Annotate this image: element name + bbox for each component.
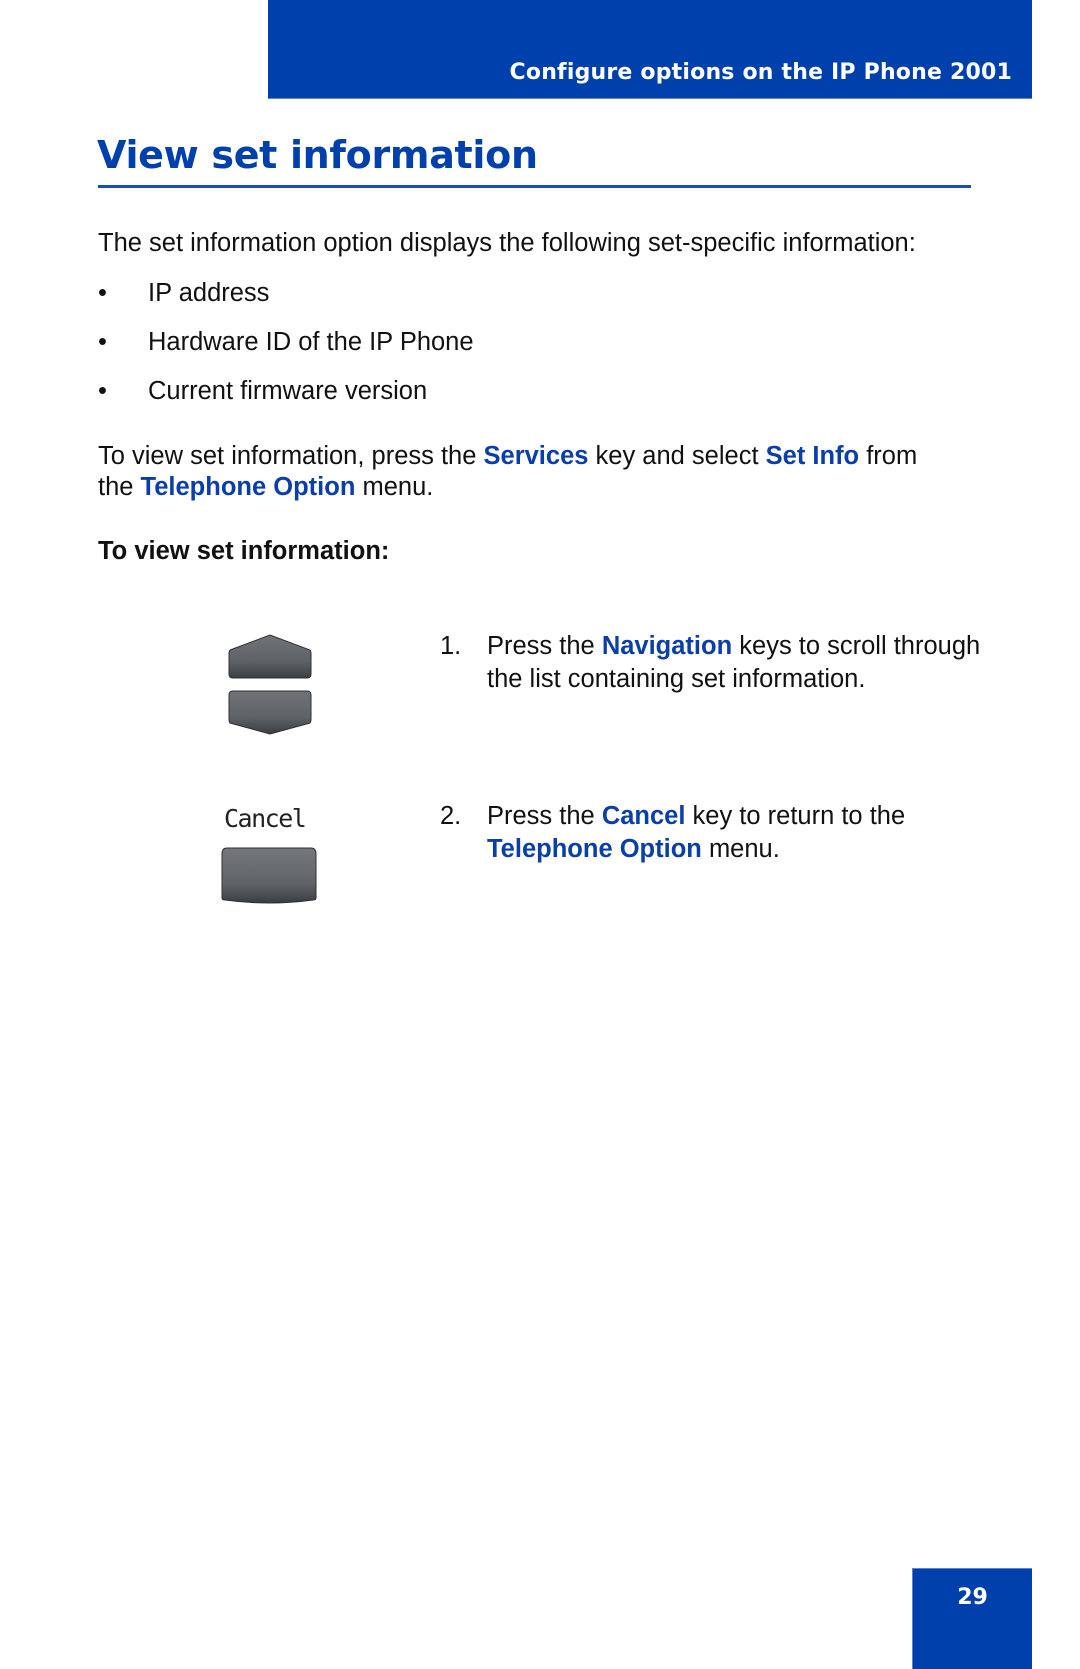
bullet-text: IP address bbox=[148, 279, 270, 307]
navigation-keys-icon bbox=[228, 634, 312, 735]
step-number: 2. bbox=[440, 802, 462, 830]
telephone-option-term: Telephone Option bbox=[487, 834, 702, 863]
procedure-heading: To view set information: bbox=[98, 537, 390, 565]
cancel-key-term: Cancel bbox=[601, 802, 686, 830]
title-divider bbox=[98, 185, 971, 188]
section-title: Configure options on the IP Phone 2001 bbox=[509, 60, 1012, 85]
navigation-up-key bbox=[228, 634, 312, 679]
bullet-icon: • bbox=[98, 279, 107, 307]
step-text: Press the Cancel key to return to the Te… bbox=[487, 802, 906, 863]
intro-text: The set information option displays the … bbox=[98, 229, 916, 257]
para-text: from bbox=[859, 442, 918, 470]
bullet-text: Hardware ID of the IP Phone bbox=[148, 328, 474, 356]
navigation-down-key bbox=[228, 690, 312, 735]
cancel-softkey-label: Cancel bbox=[224, 804, 307, 833]
bullet-icon: • bbox=[98, 377, 107, 405]
services-key-term: Services bbox=[483, 442, 589, 470]
navigation-key-term: Navigation bbox=[601, 632, 733, 660]
telephone-option-term: Telephone Option bbox=[140, 473, 356, 501]
step-text: Press the Navigation keys to scroll thro… bbox=[487, 632, 981, 693]
page-number: 29 bbox=[957, 1585, 988, 1610]
para-text: the bbox=[98, 473, 141, 501]
header-banner: Configure options on the IP Phone 2001 bbox=[268, 0, 1032, 99]
para-text: menu. bbox=[355, 473, 434, 501]
bullet-icon: • bbox=[98, 328, 107, 356]
para-text: To view set information, press the bbox=[98, 442, 484, 470]
set-info-term: Set Info bbox=[765, 442, 860, 470]
para-text: key and select bbox=[588, 442, 766, 470]
step-number: 1. bbox=[440, 632, 462, 660]
cancel-softkey-icon bbox=[221, 847, 317, 904]
page-number-box: 29 bbox=[912, 1568, 1032, 1669]
page-title: View set information bbox=[97, 133, 538, 177]
instruction-paragraph: To view set information, press the Servi… bbox=[98, 441, 917, 503]
bullet-text: Current firmware version bbox=[148, 377, 428, 405]
